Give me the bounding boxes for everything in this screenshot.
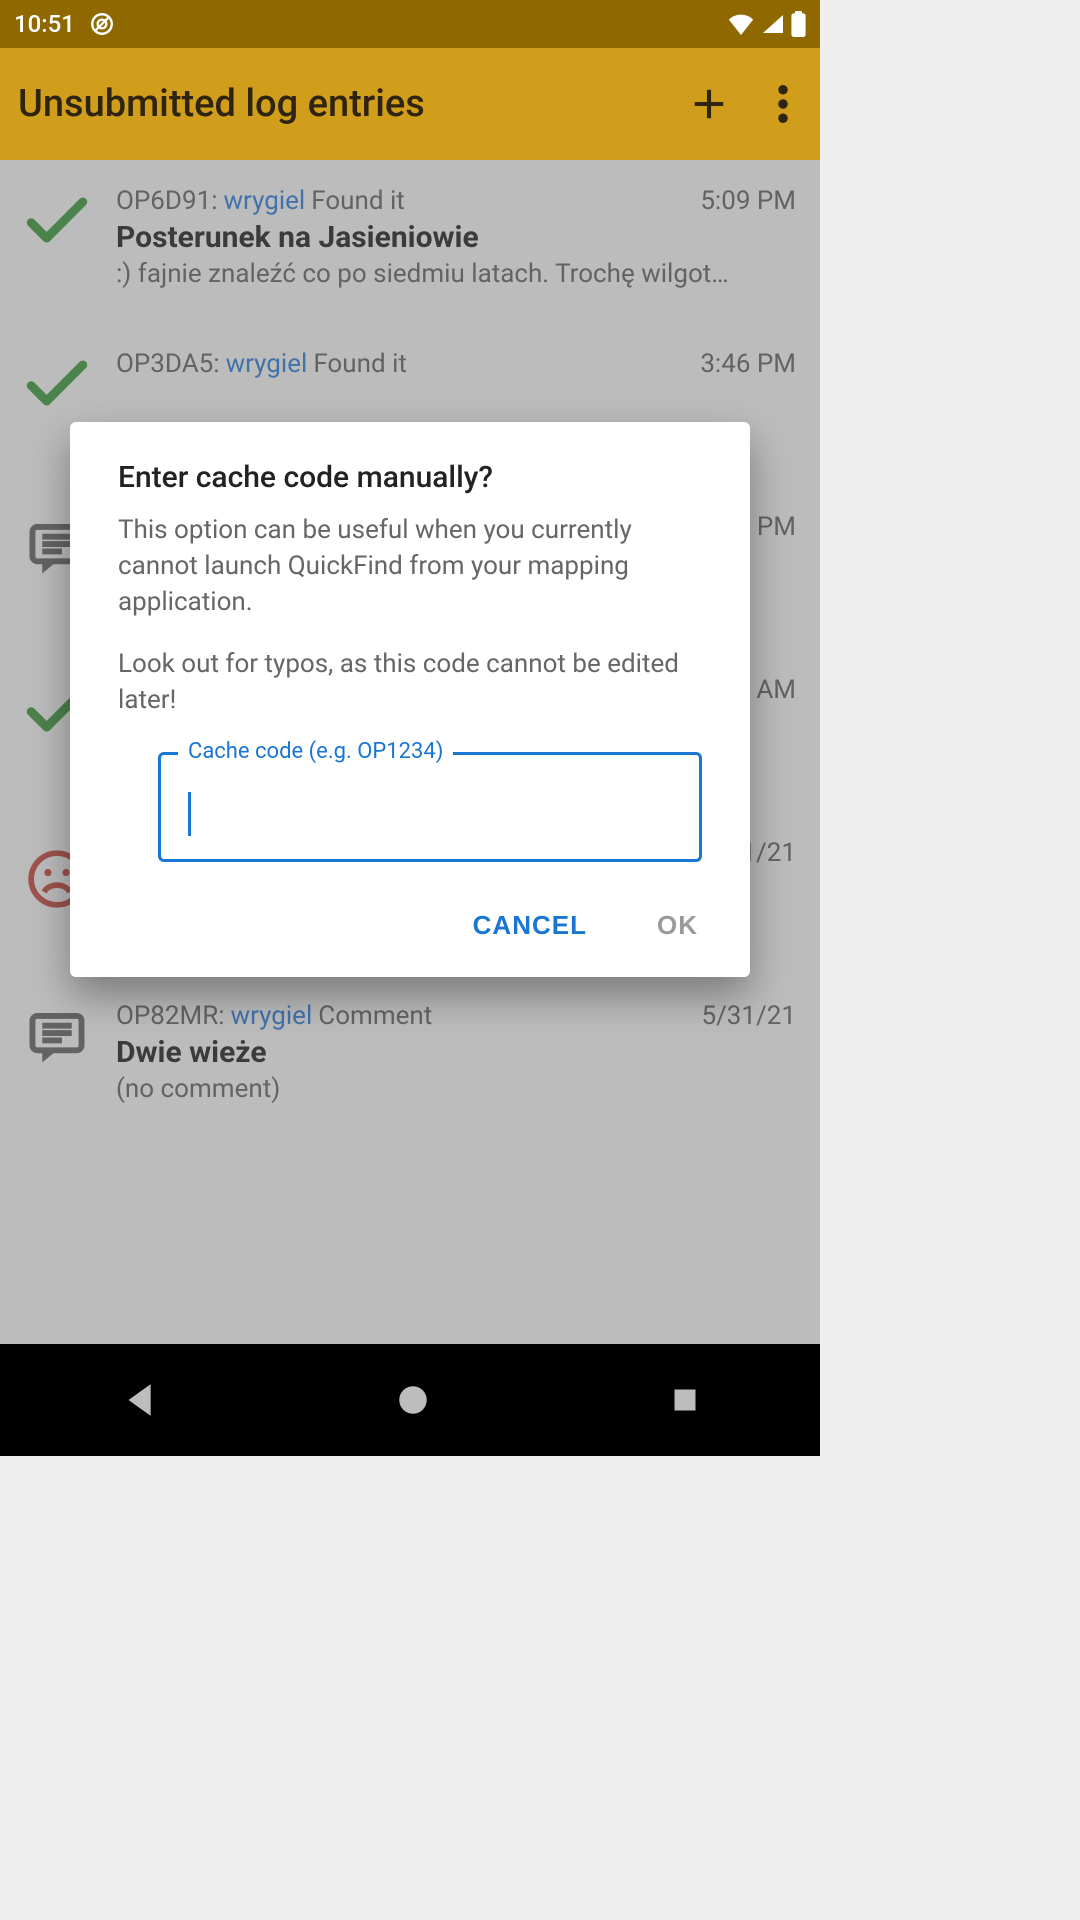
- list-item[interactable]: OP82MR: wrygiel Comment 5/31/21 Dwie wie…: [0, 975, 820, 1138]
- log-status: Comment: [318, 1001, 432, 1031]
- wifi-icon: [727, 13, 755, 35]
- android-nav-bar: [0, 1344, 820, 1456]
- dialog-paragraph: Look out for typos, as this code cannot …: [118, 647, 702, 719]
- dialog-body: This option can be useful when you curre…: [70, 513, 750, 718]
- add-button[interactable]: [690, 85, 728, 123]
- check-icon: [26, 359, 88, 407]
- log-time: 5:09 PM: [700, 186, 796, 216]
- cell-signal-icon: [761, 13, 785, 35]
- cache-code-input[interactable]: [158, 752, 702, 862]
- dialog-paragraph: This option can be useful when you curre…: [118, 513, 702, 621]
- cache-title: [116, 383, 796, 418]
- log-time: PM: [757, 512, 796, 542]
- status-bar: 10:51: [0, 0, 820, 48]
- log-time: AM: [756, 675, 796, 705]
- home-button[interactable]: [398, 1385, 428, 1415]
- app-bar: Unsubmitted log entries: [0, 48, 820, 160]
- comment-icon: [27, 1011, 87, 1065]
- dialog-title: Enter cache code manually?: [70, 460, 750, 513]
- enter-cache-code-dialog: Enter cache code manually? This option c…: [70, 422, 750, 977]
- cache-code: OP3DA5:: [116, 349, 220, 379]
- cache-code-field-label: Cache code (e.g. OP1234): [178, 739, 453, 764]
- check-icon: [26, 196, 88, 244]
- back-button[interactable]: [121, 1381, 155, 1419]
- log-status: Found it: [313, 349, 407, 379]
- username-link[interactable]: wrygiel: [226, 349, 308, 379]
- cache-code: OP6D91:: [116, 186, 218, 216]
- page-title: Unsubmitted log entries: [18, 82, 425, 126]
- ok-button[interactable]: OK: [645, 902, 710, 949]
- do-not-disturb-icon: [89, 11, 115, 37]
- status-time: 10:51: [14, 10, 75, 38]
- cache-title: Dwie wieże: [116, 1035, 796, 1070]
- log-snippet: :) fajnie znaleźć co po siedmiu latach. …: [116, 259, 796, 289]
- recents-button[interactable]: [671, 1386, 699, 1414]
- cache-title: Posterunek na Jasieniowie: [116, 220, 796, 255]
- username-link[interactable]: wrygiel: [224, 186, 306, 216]
- list-item[interactable]: OP6D91: wrygiel Found it 5:09 PM Posteru…: [0, 160, 820, 323]
- text-caret: [188, 792, 191, 836]
- log-time: 5/31/21: [701, 1001, 796, 1031]
- log-snippet: (no comment): [116, 1074, 796, 1104]
- overflow-menu-button[interactable]: [778, 85, 788, 123]
- log-status: Found it: [311, 186, 405, 216]
- battery-icon: [791, 11, 806, 37]
- cache-code: OP82MR:: [116, 1001, 225, 1031]
- log-time: 3:46 PM: [700, 349, 796, 379]
- cancel-button[interactable]: CANCEL: [461, 902, 599, 949]
- username-link[interactable]: wrygiel: [231, 1001, 313, 1031]
